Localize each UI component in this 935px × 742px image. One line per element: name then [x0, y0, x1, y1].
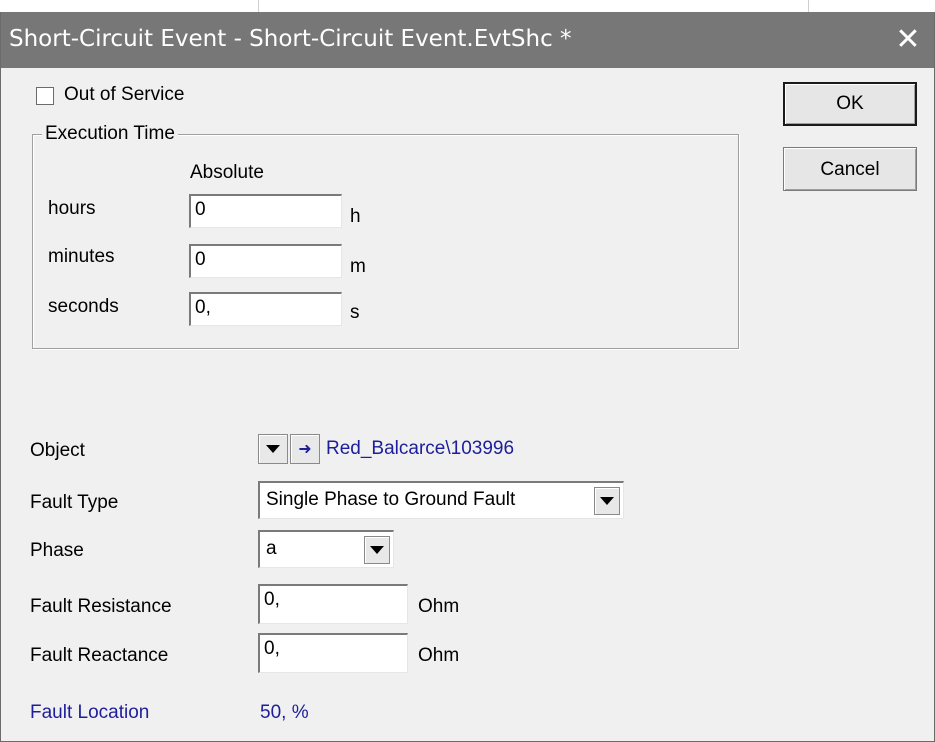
fault-location-value: 50, % — [260, 702, 309, 723]
strip-divider — [808, 0, 809, 12]
execution-time-group — [32, 134, 739, 349]
phase-value: a — [266, 538, 277, 559]
fault-reactance-label: Fault Reactance — [30, 645, 169, 666]
fault-resistance-unit: Ohm — [418, 596, 460, 617]
object-label: Object — [30, 440, 85, 461]
strip-divider — [258, 0, 259, 12]
execution-time-label: Execution Time — [42, 123, 178, 145]
hours-label: hours — [48, 198, 96, 219]
out-of-service-checkbox[interactable] — [36, 87, 54, 105]
down-triangle-icon[interactable] — [258, 434, 288, 464]
fault-type-dropdown[interactable]: Single Phase to Ground Fault — [258, 481, 624, 519]
minutes-label: minutes — [48, 246, 115, 267]
phase-label: Phase — [30, 540, 84, 561]
cancel-button[interactable]: Cancel — [783, 147, 917, 191]
fault-type-label: Fault Type — [30, 492, 119, 513]
seconds-label: seconds — [48, 296, 119, 317]
hours-input[interactable]: 0 — [189, 194, 342, 228]
seconds-input[interactable]: 0, — [189, 292, 342, 326]
fault-resistance-input[interactable]: 0, — [258, 584, 408, 624]
fault-resistance-label: Fault Resistance — [30, 596, 172, 617]
close-icon[interactable]: ✕ — [888, 22, 928, 58]
minutes-input[interactable]: 0 — [189, 244, 342, 278]
background-strip — [0, 0, 935, 12]
fault-type-value: Single Phase to Ground Fault — [266, 489, 516, 510]
title-bar[interactable]: Short-Circuit Event - Short-Circuit Even… — [1, 12, 934, 68]
out-of-service-label: Out of Service — [64, 84, 185, 105]
right-arrow-icon[interactable]: ➜ — [290, 434, 320, 464]
absolute-column-header: Absolute — [190, 162, 264, 183]
ok-button[interactable]: OK — [783, 82, 917, 126]
window-title: Short-Circuit Event - Short-Circuit Even… — [9, 26, 572, 52]
hours-unit: h — [350, 206, 361, 227]
chevron-down-icon[interactable] — [594, 487, 620, 515]
fault-location-label: Fault Location — [30, 702, 150, 723]
object-value-link[interactable]: Red_Balcarce\103996 — [326, 438, 514, 460]
seconds-unit: s — [350, 302, 360, 323]
minutes-unit: m — [350, 256, 366, 277]
phase-dropdown[interactable]: a — [258, 530, 394, 568]
chevron-down-icon[interactable] — [364, 536, 390, 564]
fault-reactance-input[interactable]: 0, — [258, 633, 408, 673]
fault-reactance-unit: Ohm — [418, 645, 460, 666]
